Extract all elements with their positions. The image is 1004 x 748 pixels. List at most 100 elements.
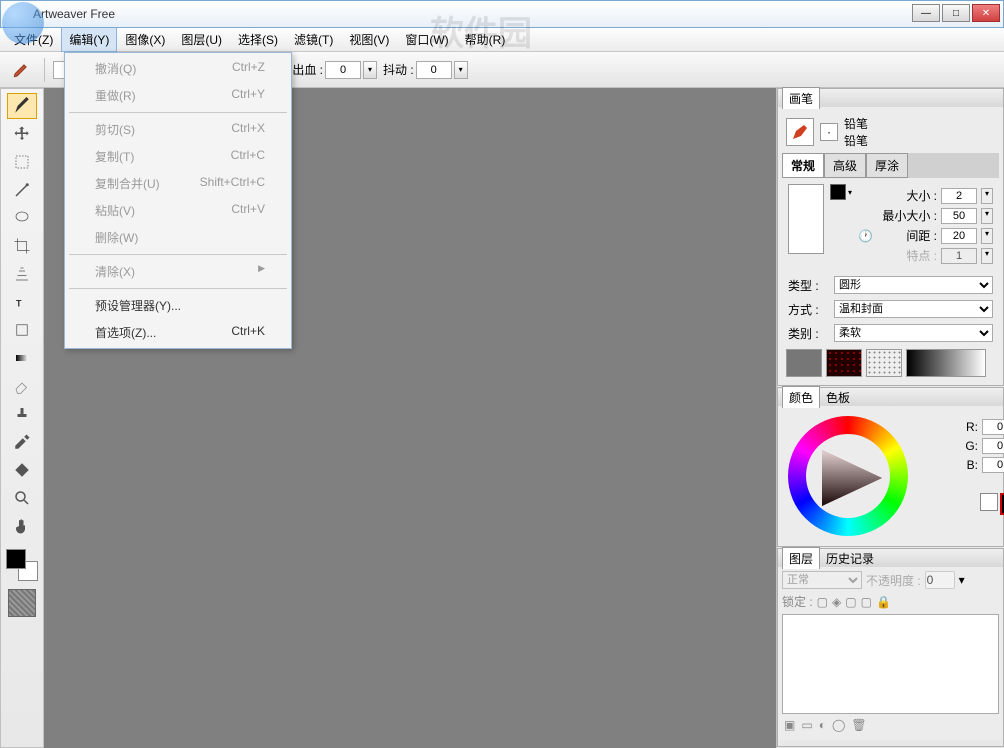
subtab-general[interactable]: 常规 xyxy=(782,153,824,178)
feature-input xyxy=(941,248,977,264)
lock-pixel-icon[interactable]: ◈ xyxy=(832,595,841,609)
swatch-tab[interactable]: 色板 xyxy=(820,387,856,408)
history-tab[interactable]: 历史记录 xyxy=(820,548,880,569)
shape-tool[interactable] xyxy=(7,317,37,343)
maximize-button[interactable]: □ xyxy=(942,4,970,22)
g-input[interactable] xyxy=(982,438,1004,454)
menu-select[interactable]: 选择(S) xyxy=(230,27,286,52)
menu-copy[interactable]: 复制(T)Ctrl+C xyxy=(67,143,289,170)
layer-panel: 图层 历史记录 正常 不透明度 : ▾ 锁定 : ▢ ◈ ▢ ▢ 🔒 xyxy=(777,548,1004,747)
brush-tip-icon[interactable]: · xyxy=(820,123,838,141)
menu-edit[interactable]: 编辑(Y) xyxy=(61,27,117,52)
clock-icon[interactable]: 🕐 xyxy=(858,229,873,243)
menu-delete[interactable]: 删除(W) xyxy=(67,224,289,251)
brush-tool[interactable] xyxy=(7,93,37,119)
lock-trans-icon[interactable]: ▢ xyxy=(861,595,872,609)
color-tab[interactable]: 颜色 xyxy=(782,386,820,408)
bleed-label: 出血 : xyxy=(292,61,323,78)
edit-dropdown: 撤消(Q)Ctrl+Z 重做(R)Ctrl+Y 剪切(S)Ctrl+X 复制(T… xyxy=(64,52,292,349)
layer-list[interactable] xyxy=(782,614,999,714)
size-input[interactable] xyxy=(941,188,977,204)
hand-tool[interactable] xyxy=(7,513,37,539)
menu-view[interactable]: 视图(V) xyxy=(341,27,397,52)
brush-tab[interactable]: 画笔 xyxy=(782,87,820,109)
menu-clear[interactable]: 清除(X)▶ xyxy=(67,258,289,285)
jitter-input[interactable] xyxy=(416,61,452,79)
b-label: B: xyxy=(918,458,978,472)
category-label: 类别 : xyxy=(788,325,828,342)
move-tool[interactable] xyxy=(7,121,37,147)
marquee-tool[interactable] xyxy=(7,149,37,175)
layer-tab[interactable]: 图层 xyxy=(782,547,820,569)
lock-all-icon[interactable]: ▢ xyxy=(817,595,828,609)
r-input[interactable] xyxy=(982,419,1004,435)
menu-redo[interactable]: 重做(R)Ctrl+Y xyxy=(67,82,289,109)
texture-swatch[interactable] xyxy=(8,589,36,617)
text-tool[interactable]: T xyxy=(7,289,37,315)
menu-preset-manager[interactable]: 预设管理器(Y)... xyxy=(67,292,289,319)
menu-cut[interactable]: 剪切(S)Ctrl+X xyxy=(67,116,289,143)
shape-preview xyxy=(788,184,824,254)
b-input[interactable] xyxy=(982,457,1004,473)
type-select[interactable]: 圆形 xyxy=(834,276,993,294)
perspective-tool[interactable] xyxy=(7,261,37,287)
dropdown-icon[interactable]: ▾ xyxy=(454,61,468,79)
app-logo xyxy=(2,2,44,44)
lock-icon[interactable]: 🔒 xyxy=(876,595,891,609)
zoom-tool[interactable] xyxy=(7,485,37,511)
category-select[interactable]: 柔软 xyxy=(834,324,993,342)
eraser-tool[interactable] xyxy=(7,373,37,399)
texture-1[interactable] xyxy=(786,349,822,377)
fx-icon[interactable]: ◯ xyxy=(832,718,845,732)
menu-preferences[interactable]: 首选项(Z)...Ctrl+K xyxy=(67,319,289,346)
menu-image[interactable]: 图像(X) xyxy=(117,27,173,52)
menu-undo[interactable]: 撤消(Q)Ctrl+Z xyxy=(67,55,289,82)
color-triangle[interactable] xyxy=(822,450,882,506)
delete-layer-icon[interactable]: 🗑 xyxy=(851,718,866,732)
new-layer-icon[interactable]: ▣ xyxy=(784,718,795,732)
mask-icon[interactable]: ◐ xyxy=(819,718,826,732)
gradient-tool[interactable] xyxy=(7,345,37,371)
minsize-input[interactable] xyxy=(941,208,977,224)
texture-3[interactable] xyxy=(866,349,902,377)
lasso-tool[interactable] xyxy=(7,205,37,231)
texture-2[interactable] xyxy=(826,349,862,377)
brush-panel: 画笔 · 铅笔 铅笔 常规 高级 厚涂 ▾ xyxy=(777,88,1004,386)
bucket-tool[interactable] xyxy=(7,457,37,483)
subtab-advanced[interactable]: 高级 xyxy=(824,153,866,178)
menu-filter[interactable]: 滤镜(T) xyxy=(286,27,341,52)
color-fg[interactable] xyxy=(980,493,998,511)
spacing-input[interactable] xyxy=(941,228,977,244)
color-bg[interactable] xyxy=(1000,493,1004,515)
menu-layer[interactable]: 图层(U) xyxy=(173,27,230,52)
crop-tool[interactable] xyxy=(7,233,37,259)
subtab-thick[interactable]: 厚涂 xyxy=(866,153,908,178)
brush-icon[interactable] xyxy=(6,57,36,83)
menu-help[interactable]: 帮助(R) xyxy=(457,27,514,52)
eyedropper-tool[interactable] xyxy=(7,429,37,455)
gradient-preview[interactable] xyxy=(906,349,986,377)
menu-copymerge[interactable]: 复制合并(U)Shift+Ctrl+C xyxy=(67,170,289,197)
menu-paste[interactable]: 粘贴(V)Ctrl+V xyxy=(67,197,289,224)
brush-preview-icon[interactable] xyxy=(786,118,814,146)
brush-name-1: 铅笔 xyxy=(844,115,995,132)
close-button[interactable]: ✕ xyxy=(972,4,1000,22)
toolbox: T xyxy=(0,88,44,748)
dropdown-icon[interactable]: ▾ xyxy=(363,61,377,79)
wand-tool[interactable] xyxy=(7,177,37,203)
bleed-input[interactable] xyxy=(325,61,361,79)
menu-window[interactable]: 窗口(W) xyxy=(397,27,456,52)
panels: 画笔 · 铅笔 铅笔 常规 高级 厚涂 ▾ xyxy=(776,88,1004,748)
new-group-icon[interactable]: ▭ xyxy=(801,718,812,732)
feature-label: 特点 : xyxy=(877,247,937,264)
blend-mode-select[interactable]: 正常 xyxy=(782,571,862,589)
tip-shape-icon[interactable] xyxy=(830,184,846,200)
color-swatch[interactable] xyxy=(6,549,38,581)
menubar: 文件(Z) 编辑(Y) 图像(X) 图层(U) 选择(S) 滤镜(T) 视图(V… xyxy=(0,28,1004,52)
opacity-label: 不透明度 : xyxy=(866,572,921,589)
lock-move-icon[interactable]: ▢ xyxy=(845,595,856,609)
stamp-tool[interactable] xyxy=(7,401,37,427)
method-select[interactable]: 温和封面 xyxy=(834,300,993,318)
jitter-label: 抖动 : xyxy=(383,61,414,78)
minimize-button[interactable]: — xyxy=(912,4,940,22)
